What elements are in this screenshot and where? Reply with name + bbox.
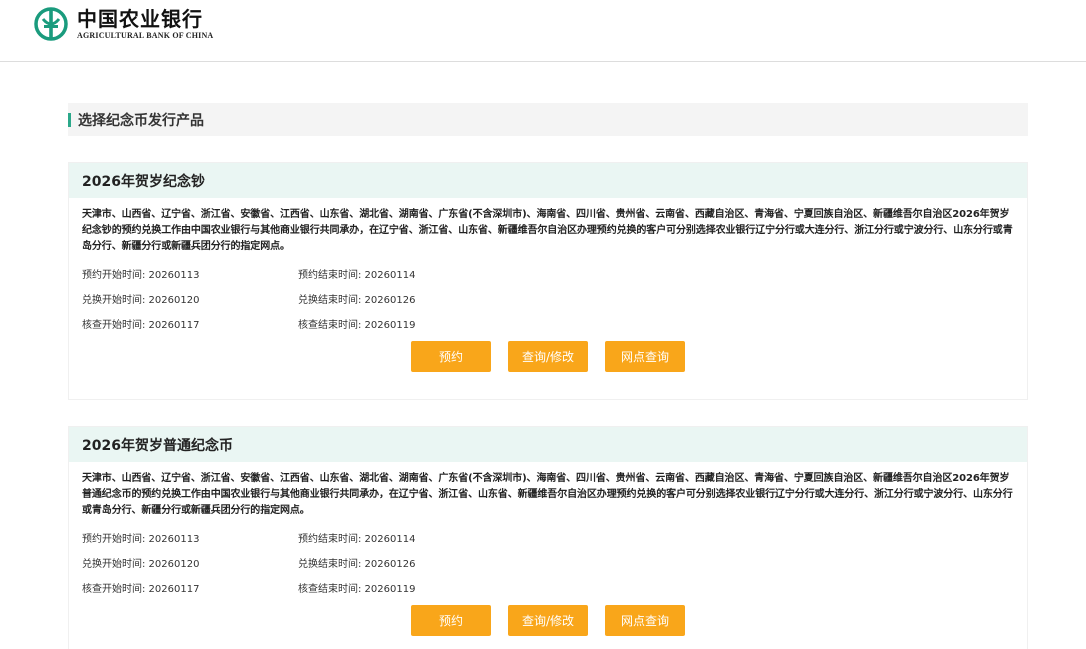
product-description: 天津市、山西省、辽宁省、浙江省、安徽省、江西省、山东省、湖北省、湖南省、广东省(… — [82, 473, 1013, 516]
verify-end-time: 核查结束时间: 20260119 — [298, 320, 416, 331]
product-card: 2026年贺岁普通纪念币 天津市、山西省、辽宁省、浙江省、安徽省、江西省、山东省… — [68, 426, 1028, 649]
verify-end-time: 核查结束时间: 20260119 — [298, 584, 416, 595]
section-title-accent — [68, 112, 71, 127]
product-actions: 预约 查询/修改 网点查询 — [82, 341, 1014, 372]
exchange-end-time: 兑换结束时间: 20260126 — [298, 295, 416, 306]
product-card-header: 2026年贺岁纪念钞 — [69, 163, 1027, 198]
reserve-start-time: 预约开始时间: 20260113 — [82, 270, 200, 281]
product-title: 2026年贺岁纪念钞 — [82, 173, 205, 190]
verify-start-time: 核查开始时间: 20260117 — [82, 320, 200, 331]
branch-query-button[interactable]: 网点查询 — [605, 605, 685, 636]
product-card-header: 2026年贺岁普通纪念币 — [69, 427, 1027, 462]
reserve-button[interactable]: 预约 — [411, 605, 491, 636]
product-description: 天津市、山西省、辽宁省、浙江省、安徽省、江西省、山东省、湖北省、湖南省、广东省(… — [82, 209, 1013, 252]
product-dates: 预约开始时间: 20260113 预约结束时间: 20260114 兑换开始时间… — [82, 525, 1014, 600]
logo-english-name: AGRICULTURAL BANK OF CHINA — [77, 30, 214, 40]
reserve-start-time: 预约开始时间: 20260113 — [82, 534, 200, 545]
reserve-end-time: 预约结束时间: 20260114 — [298, 270, 416, 281]
product-card: 2026年贺岁纪念钞 天津市、山西省、辽宁省、浙江省、安徽省、江西省、山东省、湖… — [68, 162, 1028, 400]
branch-query-button[interactable]: 网点查询 — [605, 341, 685, 372]
query-modify-button[interactable]: 查询/修改 — [508, 605, 588, 636]
reserve-button[interactable]: 预约 — [411, 341, 491, 372]
product-title: 2026年贺岁普通纪念币 — [82, 437, 233, 454]
page-header: 中国农业银行 AGRICULTURAL BANK OF CHINA — [0, 0, 1086, 62]
logo-chinese-name: 中国农业银行 — [77, 6, 203, 31]
section-title-text: 选择纪念币发行产品 — [78, 112, 204, 129]
exchange-start-time: 兑换开始时间: 20260120 — [82, 295, 200, 306]
product-dates: 预约开始时间: 20260113 预约结束时间: 20260114 兑换开始时间… — [82, 261, 1014, 336]
abc-logo-icon — [34, 7, 68, 41]
abc-logo[interactable]: 中国农业银行 AGRICULTURAL BANK OF CHINA — [34, 6, 213, 42]
exchange-end-time: 兑换结束时间: 20260126 — [298, 559, 416, 570]
product-actions: 预约 查询/修改 网点查询 — [82, 605, 1014, 636]
reserve-end-time: 预约结束时间: 20260114 — [298, 534, 416, 545]
query-modify-button[interactable]: 查询/修改 — [508, 341, 588, 372]
exchange-start-time: 兑换开始时间: 20260120 — [82, 559, 200, 570]
section-title: 选择纪念币发行产品 — [68, 103, 1028, 136]
verify-start-time: 核查开始时间: 20260117 — [82, 584, 200, 595]
